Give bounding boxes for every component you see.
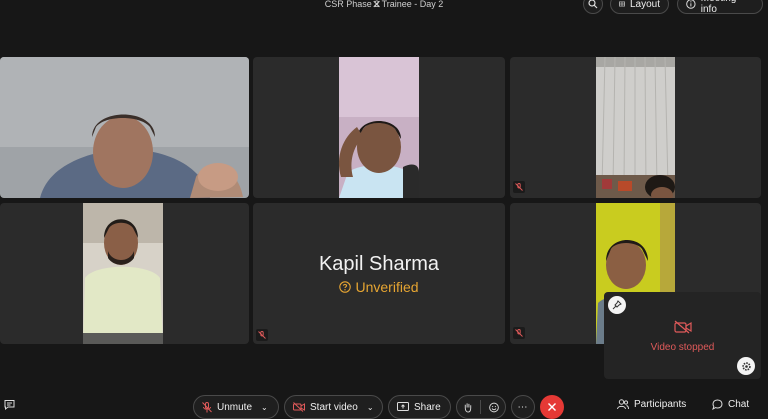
unmute-label: Unmute [217,401,253,413]
layout-button[interactable]: Layout [610,0,669,14]
leave-call-button[interactable] [540,395,564,419]
mic-off-icon [256,329,268,341]
top-bar: CSR Phase 2 Trainee - Day 2 ✕ Layout Mee… [0,0,768,16]
zoom-icon [588,0,598,9]
share-button[interactable]: Share [388,395,451,419]
unverified-label: Unverified [355,279,419,295]
more-icon: ⋯ [517,401,529,413]
layout-label: Layout [629,0,660,10]
mic-off-icon [513,327,525,339]
mic-off-icon [202,401,212,412]
video-stopped-label: Video stopped [650,342,715,353]
captions-button[interactable] [4,399,15,410]
share-screen-icon [397,402,409,411]
pin-button[interactable] [608,296,626,314]
start-video-button[interactable]: Start video ⌄ [284,395,383,419]
participants-button[interactable]: Participants [617,399,686,410]
pin-icon [612,300,622,310]
participant-video [83,203,163,344]
chat-button[interactable]: Chat [712,399,749,410]
reactions-group[interactable] [456,395,506,419]
help-circle-icon [339,281,352,293]
participant-tile[interactable] [253,57,505,198]
people-icon [617,399,629,410]
settings-button[interactable] [737,357,755,375]
layout-icon [619,1,625,7]
zoom-button[interactable] [583,0,603,14]
participant-tile[interactable]: Kapil Sharma Unverified [253,203,505,344]
close-icon[interactable]: ✕ [372,0,381,11]
close-icon [548,403,556,411]
participant-video [596,57,675,198]
participant-tile[interactable] [0,57,249,198]
participant-name: Kapil Sharma [318,253,440,275]
meeting-info-button[interactable]: Meeting info [677,0,763,15]
unverified-status: Unverified [253,279,505,295]
participant-tile[interactable] [0,203,249,344]
gear-icon [741,361,751,371]
share-label: Share [414,401,441,413]
unmute-button[interactable]: Unmute ⌄ [193,395,279,419]
chat-label: Chat [728,399,750,410]
info-icon [686,0,696,9]
raise-hand-icon[interactable] [463,402,472,413]
more-button[interactable]: ⋯ [511,395,535,419]
video-off-icon [674,320,692,334]
participant-video [0,57,249,198]
video-off-icon [293,402,305,412]
start-video-label: Start video [310,401,358,413]
emoji-icon[interactable] [489,402,499,413]
chat-icon [712,399,723,410]
chevron-down-icon[interactable]: ⌄ [367,403,374,412]
mic-off-icon [513,181,525,193]
participant-video [338,57,419,198]
chevron-down-icon[interactable]: ⌄ [261,403,268,412]
participants-label: Participants [634,399,687,410]
meeting-info-label: Meeting info [700,0,737,15]
participant-tile[interactable] [510,57,761,198]
captions-icon [4,400,15,410]
